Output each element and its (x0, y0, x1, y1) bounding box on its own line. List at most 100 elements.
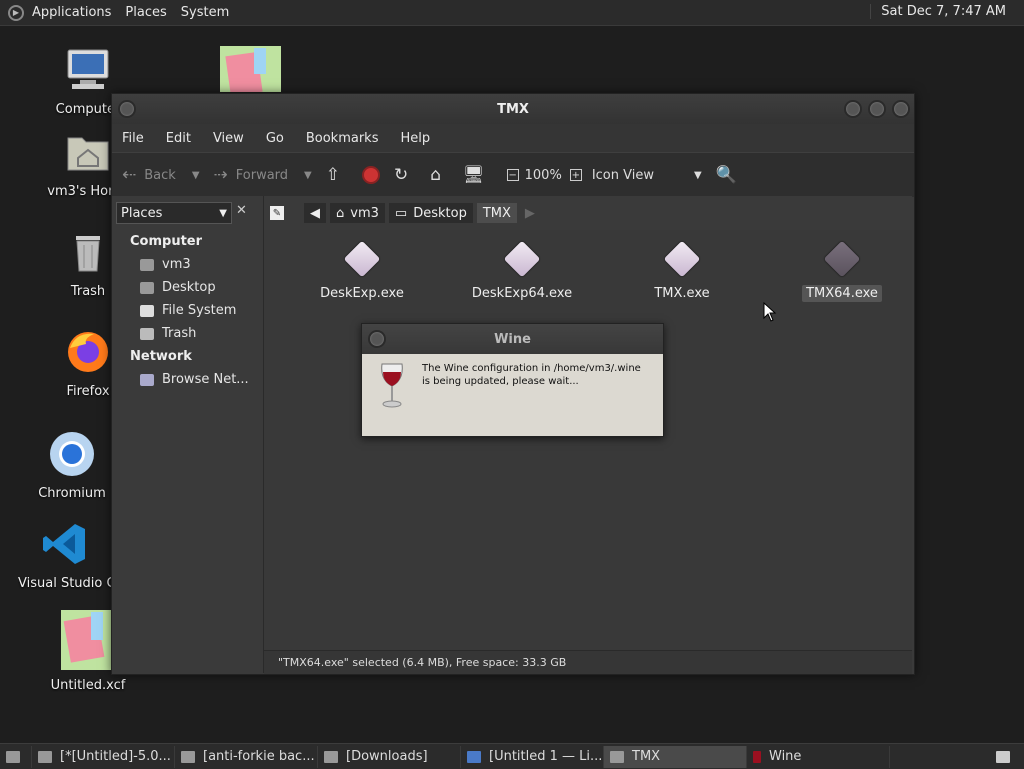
stop-button[interactable] (362, 166, 380, 184)
computer-icon (67, 49, 109, 89)
exe-file-icon (503, 240, 541, 278)
breadcrumb-vm3[interactable]: ⌂ vm3 (330, 203, 385, 223)
path-back-arrow-icon[interactable]: ◀ (304, 203, 326, 223)
dialog-menu-button[interactable] (368, 330, 386, 348)
sidebar-item-vm3[interactable]: vm3 (140, 257, 191, 272)
home-folder-icon: ⌂ (336, 205, 345, 221)
sidebar-heading-network: Network (130, 349, 192, 364)
exe-file-icon (823, 240, 861, 278)
edit-path-icon[interactable]: ✎ (270, 206, 284, 220)
dialog-message: The Wine configuration in /home/vm3/.win… (422, 363, 641, 387)
stop-icon (362, 166, 380, 184)
menu-file[interactable]: File (122, 131, 144, 146)
breadcrumb-tmx[interactable]: TMX (476, 203, 517, 223)
zoom-in-icon: + (569, 169, 582, 181)
folder-icon (610, 750, 624, 763)
desktop-icon-chromium[interactable]: Chromium (22, 430, 122, 501)
path-forward-arrow-icon[interactable]: ▶ (525, 206, 535, 221)
wine-dialog: Wine The Wine configuration in /home/vm3… (361, 323, 664, 437)
dialog-titlebar[interactable]: Wine (362, 324, 663, 354)
close-sidebar-icon[interactable]: ✕ (236, 203, 247, 218)
toolbar: ⇠ Back ▼ ⇢ Forward ▼ ⇧ ↻ ⌂ 🖥 − 100% + Ic… (112, 152, 914, 197)
search-button[interactable]: 🔍 (716, 165, 745, 185)
system-logo-icon[interactable]: ▶ (8, 4, 24, 21)
desktop-icon-label: Untitled.xcf (50, 678, 126, 693)
menu-view[interactable]: View (213, 131, 244, 146)
document-icon (467, 750, 481, 763)
zoom-in-button[interactable]: + (569, 169, 582, 181)
clock[interactable]: Sat Dec 7, 7:47 AM (870, 4, 1006, 19)
computer-button[interactable]: 🖥 (463, 165, 493, 185)
close-button[interactable] (892, 100, 910, 118)
workspace-switcher[interactable] (990, 746, 1020, 768)
show-desktop-button[interactable] (0, 745, 32, 768)
workspace-icon (996, 750, 1010, 763)
task-anti-forkie[interactable]: [anti-forkie bac... (175, 745, 318, 768)
minimize-button[interactable] (844, 100, 862, 118)
menu-bookmarks[interactable]: Bookmarks (306, 131, 379, 146)
places-menu[interactable]: Places (125, 5, 166, 20)
forward-arrow-icon: ⇢ (213, 165, 228, 185)
sidebar-item-desktop[interactable]: Desktop (140, 280, 216, 295)
trash-icon (76, 236, 100, 272)
file-item[interactable]: DeskExp64.exe (462, 238, 582, 301)
back-history-dropdown-icon[interactable]: ▼ (192, 170, 200, 181)
image-thumbnail-icon (61, 610, 115, 670)
file-item[interactable]: TMX.exe (622, 238, 742, 301)
sidebar-item-browse-network[interactable]: Browse Net... (140, 372, 249, 387)
up-button[interactable]: ⇧ (326, 165, 348, 185)
file-view[interactable]: DeskExp.exe DeskExp64.exe TMX.exe TMX64.… (264, 230, 912, 650)
reload-icon: ↻ (394, 165, 409, 185)
sidebar-heading-computer: Computer (130, 234, 203, 249)
exe-file-icon (663, 240, 701, 278)
gimp-icon (38, 750, 52, 763)
vscode-icon (43, 524, 85, 564)
window-title: TMX (497, 101, 529, 117)
back-arrow-icon: ⇠ (122, 165, 137, 185)
folder-icon (324, 750, 338, 763)
zoom-out-icon: − (506, 169, 519, 181)
chevron-down-icon: ▼ (693, 169, 702, 181)
file-item[interactable]: DeskExp.exe (302, 238, 422, 301)
breadcrumb-desktop[interactable]: ▭ Desktop (388, 203, 473, 223)
up-arrow-icon: ⇧ (325, 165, 340, 185)
menu-go[interactable]: Go (266, 131, 284, 146)
task-gimp[interactable]: [*[Untitled]-5.0... (32, 745, 175, 768)
dialog-title: Wine (494, 331, 531, 347)
task-downloads[interactable]: [Downloads] (318, 745, 461, 768)
zoom-level[interactable]: 100% (525, 168, 562, 183)
desktop-icon-vscode[interactable]: Visual Studio Code (18, 520, 112, 591)
back-button[interactable]: ⇠ Back ▼ (122, 165, 200, 185)
chromium-icon (50, 432, 94, 476)
exe-file-icon (343, 240, 381, 278)
view-mode-select[interactable]: Icon View ▼ (592, 168, 702, 183)
forward-history-dropdown-icon[interactable]: ▼ (304, 170, 312, 181)
home-icon: ⌂ (430, 165, 442, 185)
home-button[interactable]: ⌂ (430, 165, 449, 185)
drive-icon (140, 304, 154, 317)
window-menu-button[interactable] (118, 100, 136, 118)
wine-glass-icon (381, 363, 403, 408)
menu-edit[interactable]: Edit (166, 131, 191, 146)
file-item-selected[interactable]: TMX64.exe (782, 238, 902, 302)
task-libreoffice[interactable]: [Untitled 1 — Li... (461, 745, 604, 768)
sidebar-item-trash[interactable]: Trash (140, 326, 196, 341)
top-panel: ▶ Applications Places System Sat Dec 7, … (0, 0, 1024, 26)
folder-icon (181, 750, 195, 763)
task-wine[interactable]: Wine (747, 745, 890, 768)
window-titlebar[interactable]: TMX (112, 94, 914, 124)
zoom-out-button[interactable]: − (506, 169, 519, 181)
maximize-button[interactable] (868, 100, 886, 118)
menu-help[interactable]: Help (400, 131, 430, 146)
desktop-folder-icon: ▭ (394, 205, 408, 221)
sidebar-item-file-system[interactable]: File System (140, 303, 236, 318)
desktop-image-icon[interactable] (220, 46, 281, 92)
reload-button[interactable]: ↻ (394, 165, 416, 185)
forward-button[interactable]: ⇢ Forward ▼ (214, 165, 312, 185)
chevron-down-icon: ▼ (219, 207, 227, 219)
home-folder-icon (140, 258, 154, 271)
sidebar-places-select[interactable]: Places ▼ (116, 202, 232, 224)
applications-menu[interactable]: Applications (32, 5, 111, 20)
task-tmx[interactable]: TMX (604, 745, 747, 768)
system-menu[interactable]: System (181, 5, 229, 20)
